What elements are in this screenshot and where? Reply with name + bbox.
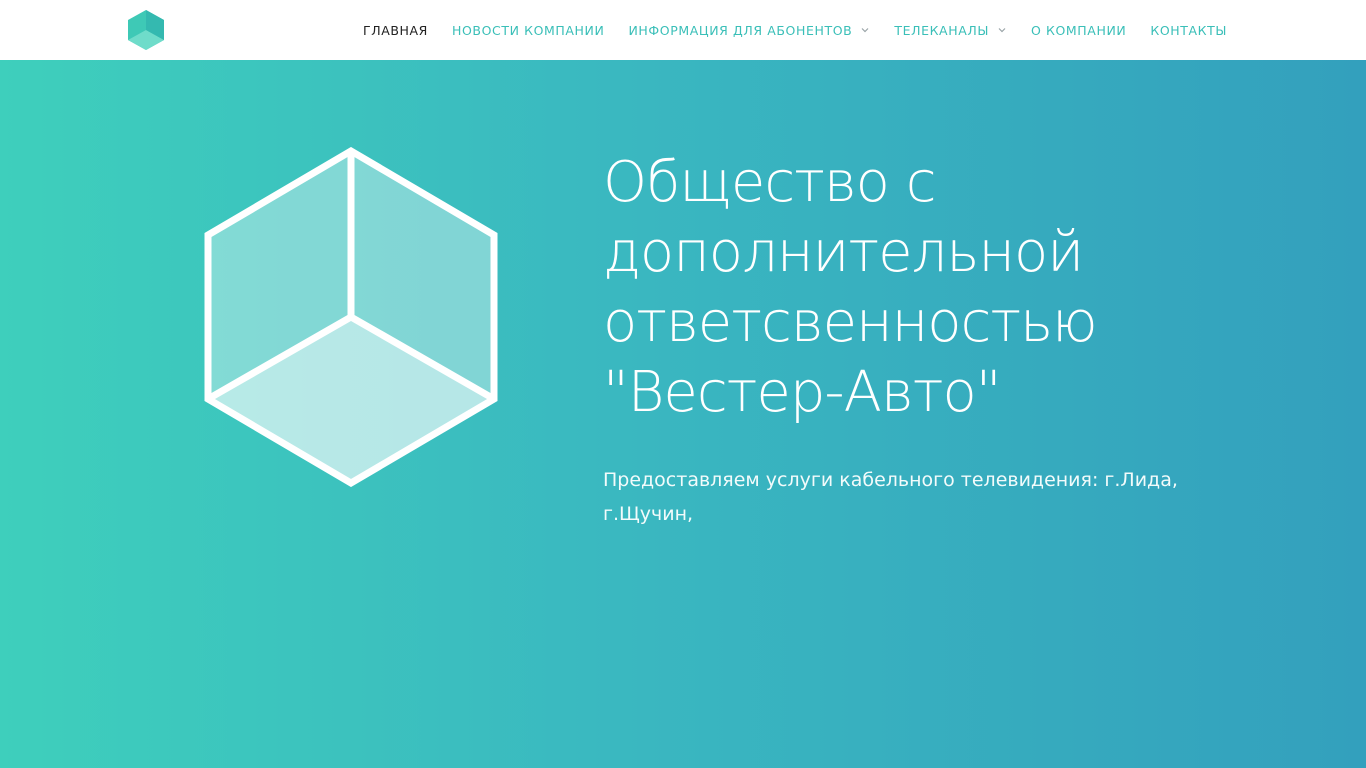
nav-item-contacts[interactable]: КОНТАКТЫ (1150, 23, 1227, 38)
nav-item-label: КОНТАКТЫ (1150, 22, 1227, 38)
nav-item-home[interactable]: ГЛАВНАЯ (363, 23, 428, 38)
main-nav: ГЛАВНАЯ НОВОСТИ КОМПАНИИ ИНФОРМАЦИЯ ДЛЯ … (339, 0, 1227, 60)
cube-icon (204, 147, 498, 487)
hero-subtitle: Предоставляем услуги кабельного телевиде… (603, 463, 1203, 531)
hero-title-line: ответсвенностью (603, 290, 1098, 355)
hero-subtitle-line: г.Щучин, (603, 503, 694, 525)
nav-item-label: НОВОСТИ КОМПАНИИ (451, 22, 605, 38)
chevron-down-icon (861, 28, 869, 33)
nav-item-tv-channels[interactable]: ТЕЛЕКАНАЛЫ (894, 23, 1007, 38)
hero-title-line: Общество с (603, 150, 937, 215)
chevron-down-icon (998, 28, 1006, 33)
hexagon-cube-logo-icon[interactable] (128, 10, 164, 50)
hero-title: Общество с дополнительной ответсвенность… (603, 148, 1243, 428)
nav-item-subscriber-info[interactable]: ИНФОРМАЦИЯ ДЛЯ АБОНЕНТОВ (628, 23, 870, 38)
nav-item-label: ТЕЛЕКАНАЛЫ (894, 22, 989, 38)
hero-section: Общество с дополнительной ответсвенность… (0, 60, 1366, 768)
nav-item-company-news[interactable]: НОВОСТИ КОМПАНИИ (452, 23, 605, 38)
hero-subtitle-line: Предоставляем услуги кабельного телевиде… (603, 469, 1178, 491)
nav-item-about[interactable]: О КОМПАНИИ (1031, 23, 1126, 38)
hero-title-line: "Вестер-Авто" (603, 360, 1001, 425)
site-header: ГЛАВНАЯ НОВОСТИ КОМПАНИИ ИНФОРМАЦИЯ ДЛЯ … (0, 0, 1366, 60)
nav-item-label: ГЛАВНАЯ (362, 22, 428, 38)
hero-title-line: дополнительной (603, 220, 1084, 285)
nav-item-label: ИНФОРМАЦИЯ ДЛЯ АБОНЕНТОВ (628, 22, 853, 38)
nav-item-label: О КОМПАНИИ (1030, 22, 1127, 38)
